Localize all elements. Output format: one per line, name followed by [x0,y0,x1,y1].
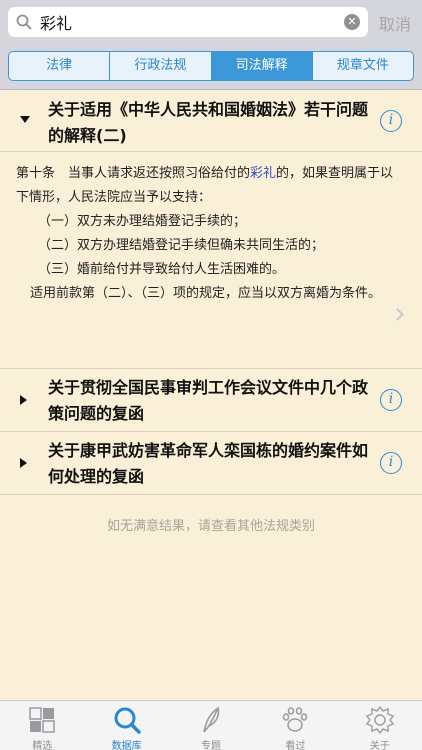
tab-label: 数据库 [111,741,142,750]
result-title: 关于适用《中华人民共和国婚姻法》若干问题的解释(二) [48,100,369,145]
segment-administrative-regulations[interactable]: 行政法规 [110,52,212,80]
result-row[interactable]: 关于适用《中华人民共和国婚姻法》若干问题的解释(二) i [0,91,422,152]
result-row[interactable]: 关于贯彻全国民事审判工作会议文件中几个政策问题的复函 i [0,369,422,432]
article-item: （二）双方办理结婚登记手续但确未共同生活的； [38,238,325,253]
search-header: ✕ 取消 法律 行政法规 司法解释 规章文件 [0,0,422,90]
tab-label: 精选 [32,741,53,750]
result-title: 关于康甲武妨害革命军人栾国栋的婚约案件如何处理的复函 [48,441,369,486]
info-icon[interactable]: i [380,389,402,411]
highlighted-keyword: 彩礼 [250,166,277,181]
tab-label: 看过 [285,741,306,750]
paw-icon [283,707,308,732]
search-icon [114,707,141,734]
gear-icon [365,705,394,735]
info-icon[interactable]: i [380,110,402,132]
leaf-icon [203,706,220,733]
tab-history[interactable]: 看过 [253,701,337,750]
results-list: 关于适用《中华人民共和国婚姻法》若干问题的解释(二) i 第十条 当事人请求返还… [0,91,422,699]
article-closing: 适用前款第（二）、（三）项的规定，应当以双方离婚为条件。 [30,286,382,301]
info-icon[interactable]: i [380,452,402,474]
article-item: （三）婚前给付并导致给付人生活困难的。 [38,262,286,277]
tab-bar: 精选 数据库 专题 看过 关于 [0,700,422,750]
segment-judicial-interpretations[interactable]: 司法解释 [211,52,313,80]
result-title: 关于贯彻全国民事审判工作会议文件中几个政策问题的复函 [48,378,369,423]
tab-database[interactable]: 数据库 [84,701,168,750]
article-text: 第十条 当事人请求返还按照习俗给付的彩礼的，如果查明属于以下情形，人民法院应当予… [0,152,422,369]
search-icon [16,14,32,30]
article-item: （一）双方未办理结婚登记手续的； [38,214,247,229]
collapse-arrow-icon[interactable] [20,116,30,123]
chevron-right-icon[interactable] [391,308,404,321]
segment-rules-documents[interactable]: 规章文件 [313,52,413,80]
tab-about[interactable]: 关于 [338,701,422,750]
clear-icon[interactable]: ✕ [344,14,360,30]
tab-label: 关于 [369,741,390,750]
tab-featured[interactable]: 精选 [0,701,84,750]
segment-law[interactable]: 法律 [9,52,111,80]
grid-icon [29,707,55,733]
cancel-button[interactable]: 取消 [379,11,411,35]
expand-arrow-icon[interactable] [20,395,27,405]
article-intro: 第十条 当事人请求返还按照习俗给付的彩礼的，如果查明属于以下情形，人民法院应当予… [16,166,394,205]
result-row[interactable]: 关于康甲武妨害革命军人栾国栋的婚约案件如何处理的复函 i [0,432,422,495]
category-segmented-control: 法律 行政法规 司法解释 规章文件 [8,51,414,81]
footer-note: 如无满意结果，请查看其他法规类别 [106,519,315,534]
tab-label: 专题 [201,741,222,750]
search-input[interactable] [40,10,340,34]
search-box[interactable]: ✕ [8,7,368,37]
tab-topics[interactable]: 专题 [169,701,253,750]
expand-arrow-icon[interactable] [20,458,27,468]
